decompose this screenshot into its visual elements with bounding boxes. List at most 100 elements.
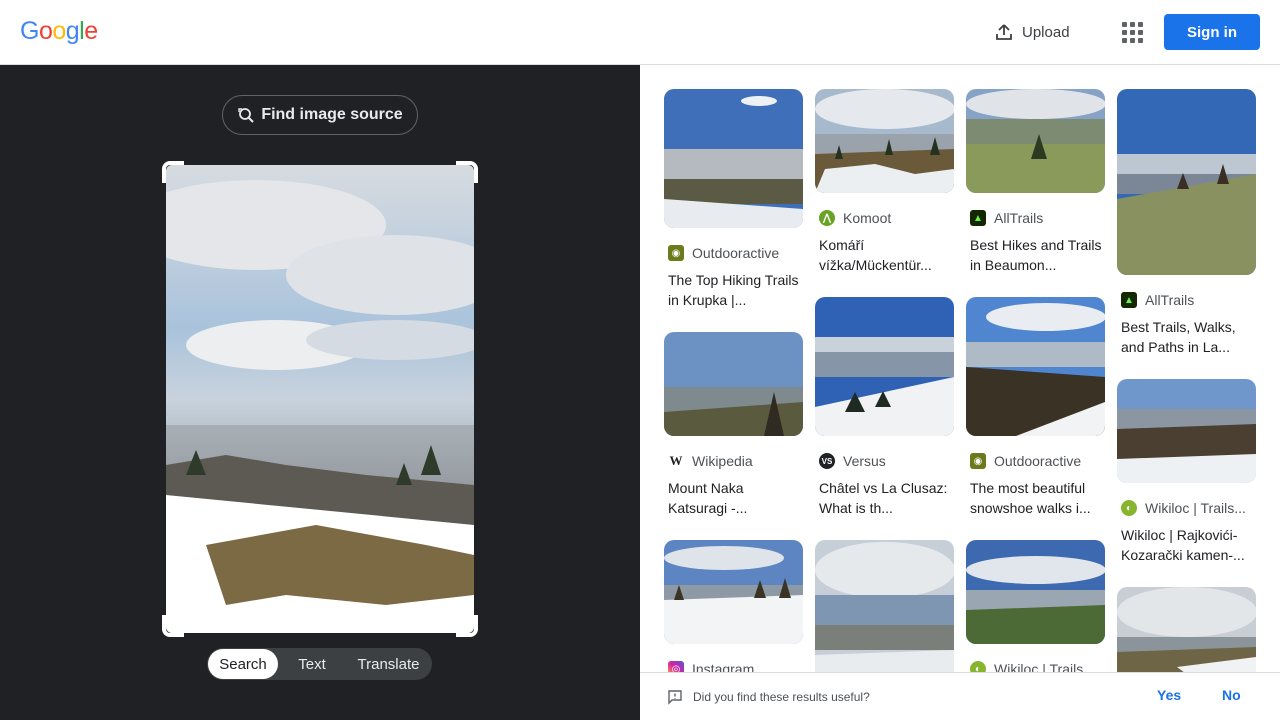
upload-icon [996,24,1012,40]
result-title[interactable]: Best Trails, Walks, and Paths in La... [1117,317,1256,357]
result-thumbnail[interactable] [966,540,1105,644]
query-photo-art [166,165,474,633]
top-bar: Google Upload Sign in [0,0,1280,65]
upload-button[interactable]: Upload [986,14,1076,50]
result-source-name: AllTrails [1145,292,1195,308]
query-image-panel: Find image source Search Text Translate [0,65,640,720]
result-source[interactable]: ⋀ Komoot [815,209,954,227]
crop-handle-bottom-right[interactable] [456,615,478,637]
wikipedia-icon: W [668,453,684,469]
result-card[interactable]: ◉ Outdooractive The Top Hiking Trails in… [664,89,803,310]
sign-in-button[interactable]: Sign in [1164,14,1260,50]
apps-dot [1121,37,1127,43]
result-source-name: AllTrails [994,210,1044,226]
result-card[interactable]: ◐ Wikiloc | Trails... Wikiloc | Rajković… [1117,379,1256,565]
feedback-no-button[interactable]: No [1222,687,1241,703]
result-card[interactable]: ◎ Instagram [664,540,803,672]
alltrails-icon: ▲ [970,210,986,226]
result-source[interactable]: ▲ AllTrails [966,209,1105,227]
result-source[interactable]: VS Versus [815,452,954,470]
logo-letter: o [52,17,66,45]
result-thumbnail[interactable] [664,332,803,436]
visual-matches-panel: ◉ Outdooractive The Top Hiking Trails in… [640,65,1280,672]
result-source-name: Wikipedia [692,453,753,469]
apps-dot [1129,29,1135,35]
result-thumbnail[interactable] [966,297,1105,436]
outdooractive-icon: ◉ [668,245,684,261]
result-source[interactable]: ◉ Outdooractive [664,244,803,262]
query-image[interactable] [166,165,474,633]
tab-search[interactable]: Search [208,649,278,679]
result-source-name: Instagram [692,661,755,672]
instagram-icon: ◎ [668,661,684,672]
tab-text[interactable]: Text [278,649,346,679]
result-thumbnail[interactable] [664,540,803,644]
versus-icon: VS [819,453,835,469]
result-source[interactable]: ◉ Outdooractive [966,452,1105,470]
result-thumbnail[interactable] [815,297,954,436]
result-source[interactable]: ◐ Wikiloc | Trails... [1117,499,1256,517]
alltrails-icon: ▲ [1121,292,1137,308]
result-thumbnail[interactable] [815,540,954,672]
result-source-name: Komoot [843,210,892,226]
result-title[interactable]: Wikiloc | Rajkovići-Kozarački kamen-... [1117,525,1256,565]
result-source-name: Versus [843,453,886,469]
result-title[interactable]: Komáří vížka/Mückentür... [815,235,954,275]
apps-grid-button[interactable] [1114,14,1150,50]
result-title[interactable]: The most beautiful snowshoe walks i... [966,478,1105,518]
result-card[interactable]: ▲ AllTrails Best Trails, Walks, and Path… [1117,89,1256,357]
wikiloc-icon: ◐ [970,661,986,672]
komoot-icon: ⋀ [819,210,835,226]
result-thumbnail[interactable] [1117,379,1256,483]
result-card[interactable] [1117,587,1256,672]
result-source-name: Outdooractive [692,245,780,261]
results-column: ▲ AllTrails Best Hikes and Trails in Bea… [966,89,1105,672]
result-source[interactable]: W Wikipedia [664,452,803,470]
find-image-source-button[interactable]: Find image source [222,95,418,135]
result-source[interactable]: ▲ AllTrails [1117,291,1256,309]
logo-letter: G [20,17,39,45]
tab-translate[interactable]: Translate [346,649,431,679]
apps-dot [1121,21,1127,27]
feedback-icon [668,689,682,705]
result-card[interactable]: W Wikipedia Mount Naka Katsuragi -... [664,332,803,518]
result-thumbnail[interactable] [664,89,803,228]
result-card[interactable]: ◐ Wikiloc | Trails... [966,540,1105,672]
outdooractive-icon: ◉ [970,453,986,469]
logo-letter: o [38,17,53,45]
logo-letter: g [65,17,80,45]
result-card[interactable]: ▲ AllTrails Best Hikes and Trails in Bea… [966,89,1105,275]
result-title[interactable]: Best Hikes and Trails in Beaumon... [966,235,1105,275]
result-source[interactable]: ◐ Wikiloc | Trails... [966,660,1105,672]
wikiloc-icon: ◐ [1121,500,1137,516]
apps-dot [1137,21,1143,27]
crop-handle-bottom-left[interactable] [162,615,184,637]
apps-dot [1137,37,1143,43]
apps-dot [1129,21,1135,27]
crop-handle-top-right[interactable] [456,161,478,183]
result-title[interactable]: Mount Naka Katsuragi -... [664,478,803,518]
apps-dot [1137,29,1143,35]
result-card[interactable] [815,540,954,672]
result-thumbnail[interactable] [966,89,1105,193]
upload-label: Upload [1022,23,1070,41]
logo-letter: e [84,17,98,45]
lens-search-icon [238,108,255,123]
google-logo[interactable]: Google [20,17,98,46]
result-source-name: Wikiloc | Trails... [994,661,1095,672]
result-card[interactable]: ◉ Outdooractive The most beautiful snows… [966,297,1105,518]
feedback-bar: Did you find these results useful? Yes N… [640,672,1280,720]
crop-handle-top-left[interactable] [162,161,184,183]
result-card[interactable]: ⋀ Komoot Komáří vížka/Mückentür... [815,89,954,275]
result-title[interactable]: Châtel vs La Clusaz: What is th... [815,478,954,518]
result-thumbnail[interactable] [1117,587,1256,672]
result-thumbnail[interactable] [815,89,954,193]
feedback-question: Did you find these results useful? [693,689,870,704]
result-source[interactable]: ◎ Instagram [664,660,803,672]
result-card[interactable]: VS Versus Châtel vs La Clusaz: What is t… [815,297,954,518]
feedback-yes-button[interactable]: Yes [1157,687,1181,703]
result-thumbnail[interactable] [1117,89,1256,275]
result-source-name: Outdooractive [994,453,1082,469]
find-image-source-label: Find image source [261,106,403,123]
result-title[interactable]: The Top Hiking Trails in Krupka |... [664,270,803,310]
